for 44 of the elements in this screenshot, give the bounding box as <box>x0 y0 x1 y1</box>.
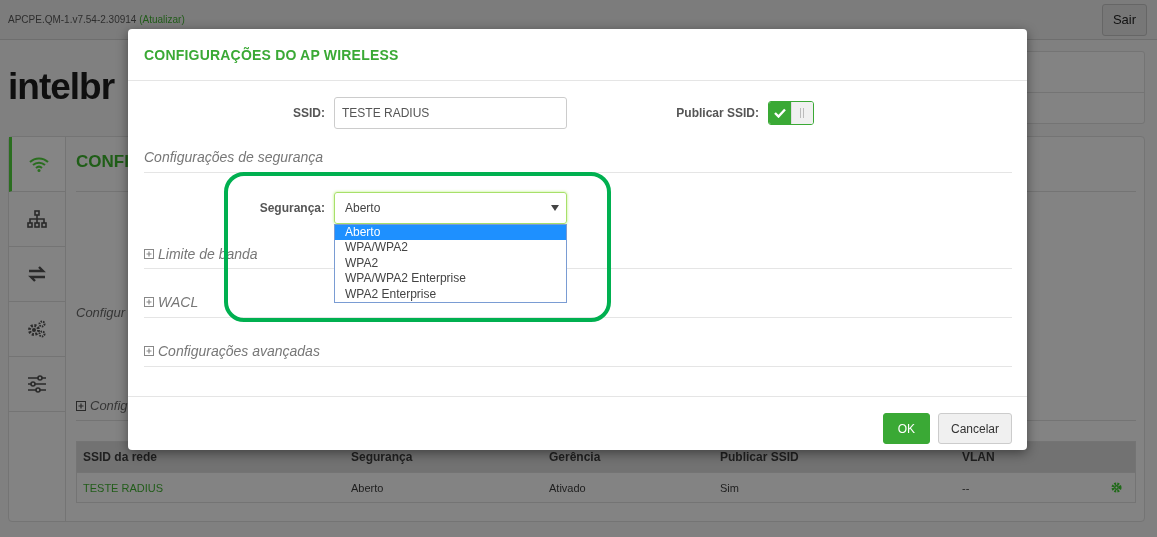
table-cell-text: Ativado <box>549 481 587 494</box>
field-label: Publicar SSID: <box>675 106 759 120</box>
expand-icon <box>144 297 154 307</box>
publish-toggle[interactable] <box>768 101 814 125</box>
field-label: Segurança: <box>258 201 325 215</box>
expand-icon <box>144 346 154 356</box>
security-select[interactable]: Aberto <box>334 192 567 224</box>
dropdown-option[interactable]: WPA2 Enterprise <box>335 286 566 302</box>
check-icon <box>773 108 786 118</box>
sidebar-item[interactable] <box>9 137 65 192</box>
dialog-title: CONFIGURAÇÕES DO AP WIRELESS <box>144 46 399 63</box>
column-header: Publicar SSID <box>720 450 800 464</box>
settings-icon[interactable] <box>1111 482 1122 493</box>
wifi-icon <box>28 156 49 172</box>
table-cell-text: -- <box>962 481 971 494</box>
table-cell-text: Aberto <box>351 481 385 494</box>
section-heading: Configurações de segurança <box>144 147 1012 173</box>
dropdown-option[interactable]: WPA/WPA2 <box>335 240 566 256</box>
section-toggle[interactable]: WACL <box>158 294 199 310</box>
sliders-icon <box>27 375 47 393</box>
page-title: CONFI <box>76 151 129 172</box>
section-heading: Configur <box>76 305 126 320</box>
dropdown-option[interactable]: WPA/WPA2 Enterprise <box>335 271 566 287</box>
table-cell-text: TESTE RADIUS <box>83 481 165 494</box>
field-label: SSID: <box>292 106 325 120</box>
column-header: Segurança <box>351 450 414 464</box>
expand-icon <box>76 400 86 411</box>
arrows-icon <box>27 266 47 282</box>
logout-button[interactable]: Sair <box>1101 3 1147 36</box>
table-cell-text: Sim <box>720 481 740 494</box>
expand-icon <box>144 249 154 259</box>
network-icon <box>27 210 47 228</box>
dropdown-option[interactable]: WPA2 <box>335 255 566 272</box>
column-header: SSID da rede <box>83 450 159 464</box>
column-header: VLAN <box>962 450 996 464</box>
logo: intelbr <box>8 66 115 108</box>
section-toggle[interactable]: Configurações avançadas <box>158 343 320 359</box>
ssid-field[interactable]: TESTE RADIUS <box>334 97 567 129</box>
cancel-button[interactable]: Cancelar <box>937 413 1012 444</box>
gears-icon <box>27 320 47 338</box>
caret-icon <box>551 205 559 211</box>
grip-icon <box>799 107 806 119</box>
version-text: APCPE.QM-1.v7.54-2.30914 (Atualizar) <box>8 14 185 25</box>
column-header: Gerência <box>549 450 602 464</box>
